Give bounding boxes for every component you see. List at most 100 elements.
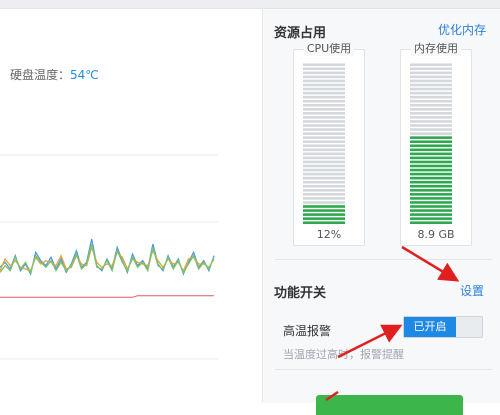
memory-meter-segment bbox=[410, 201, 452, 204]
memory-meter-segment bbox=[410, 213, 452, 216]
cpu-meter-segment bbox=[303, 197, 345, 200]
chart-series-line-4 bbox=[0, 295, 214, 298]
cpu-meter-segment bbox=[303, 172, 345, 176]
memory-meter-segment bbox=[410, 176, 452, 180]
cpu-meter-segment bbox=[303, 79, 345, 83]
memory-meter-segment bbox=[410, 79, 452, 83]
cpu-meter-segment bbox=[303, 221, 345, 224]
cpu-meter-segment bbox=[303, 124, 345, 127]
memory-meter-segment bbox=[410, 136, 452, 139]
memory-usage-caption: 内存使用 bbox=[411, 42, 461, 56]
memory-meter-segment bbox=[410, 99, 452, 103]
cpu-meter-segment bbox=[303, 148, 345, 152]
cpu-meter-segment bbox=[303, 128, 345, 131]
cpu-meter-segment bbox=[303, 99, 345, 103]
cpu-meter-segment bbox=[303, 168, 345, 172]
memory-meter-segment bbox=[410, 132, 452, 135]
temperature-chart bbox=[0, 154, 218, 360]
memory-meter-segment bbox=[410, 140, 452, 143]
memory-meter-segment bbox=[410, 95, 452, 99]
memory-meter-segment bbox=[410, 120, 452, 123]
memory-meter-segment bbox=[410, 189, 452, 192]
memory-meter-segment bbox=[410, 164, 452, 168]
memory-meter-segment bbox=[410, 128, 452, 131]
memory-meter-segment bbox=[410, 112, 452, 115]
cpu-meter-segment bbox=[303, 108, 345, 111]
memory-meter-segment bbox=[410, 205, 452, 208]
memory-meter-segment bbox=[410, 116, 452, 119]
memory-meter-segment bbox=[410, 63, 452, 67]
cpu-meter-segment bbox=[303, 91, 345, 95]
cpu-meter-segment bbox=[303, 95, 345, 99]
memory-meter-segment bbox=[410, 217, 452, 220]
memory-usage-bars bbox=[410, 63, 452, 224]
memory-meter-segment bbox=[410, 197, 452, 200]
cpu-meter-segment bbox=[303, 180, 345, 184]
side-panel: 资源占用 优化内存 CPU使用 12% 内存使用 8.9 GB 功能开关 设置 … bbox=[263, 9, 500, 415]
cpu-meter-segment bbox=[303, 140, 345, 143]
cpu-meter-segment bbox=[303, 136, 345, 139]
cpu-usage-value: 12% bbox=[316, 228, 342, 241]
cpu-meter-segment bbox=[303, 189, 345, 192]
cpu-meter-segment bbox=[303, 184, 345, 188]
memory-meter-segment bbox=[410, 124, 452, 127]
memory-meter-segment bbox=[410, 221, 452, 224]
memory-usage-meter: 内存使用 8.9 GB bbox=[400, 42, 472, 246]
memory-meter-segment bbox=[410, 160, 452, 164]
memory-meter-segment bbox=[410, 87, 452, 91]
memory-meter-segment bbox=[410, 172, 452, 176]
toggle-on-state: 已开启 bbox=[404, 317, 456, 337]
cpu-meter-segment bbox=[303, 116, 345, 119]
memory-meter-segment bbox=[410, 75, 452, 79]
settings-link[interactable]: 设置 bbox=[460, 282, 484, 299]
memory-meter-segment bbox=[410, 152, 452, 156]
memory-meter-segment bbox=[410, 144, 452, 148]
high-temp-alarm-hint: 当温度过高时，报警提醒 bbox=[283, 348, 404, 361]
memory-meter-segment bbox=[410, 83, 452, 87]
cpu-meter-segment bbox=[303, 209, 345, 212]
cpu-meter-segment bbox=[303, 201, 345, 204]
memory-meter-segment bbox=[410, 108, 452, 111]
memory-meter-segment bbox=[410, 103, 452, 107]
memory-meter-segment bbox=[410, 71, 452, 75]
cpu-meter-segment bbox=[303, 67, 345, 71]
resource-usage-title: 资源占用 bbox=[274, 26, 327, 41]
cpu-meter-segment bbox=[303, 75, 345, 79]
memory-usage-value: 8.9 GB bbox=[417, 228, 455, 241]
memory-meter-segment bbox=[410, 156, 452, 160]
optimize-memory-link[interactable]: 优化内存 bbox=[438, 21, 486, 38]
primary-action-button[interactable] bbox=[316, 395, 463, 415]
memory-meter-segment bbox=[410, 168, 452, 172]
section-divider bbox=[275, 259, 492, 260]
high-temp-alarm-label: 高温报警 bbox=[283, 324, 332, 338]
cpu-meter-segment bbox=[303, 152, 345, 156]
memory-meter-segment bbox=[410, 148, 452, 152]
cpu-meter-segment bbox=[303, 213, 345, 216]
cpu-meter-segment bbox=[303, 112, 345, 115]
high-temp-alarm-toggle[interactable]: 已开启 bbox=[403, 316, 483, 338]
memory-meter-segment bbox=[410, 193, 452, 196]
cpu-meter-segment bbox=[303, 83, 345, 87]
cpu-meter-segment bbox=[303, 193, 345, 196]
cpu-meter-segment bbox=[303, 71, 345, 75]
cpu-meter-segment bbox=[303, 205, 345, 208]
cpu-meter-segment bbox=[303, 103, 345, 107]
cpu-meter-segment bbox=[303, 144, 345, 148]
cpu-meter-segment bbox=[303, 160, 345, 164]
cpu-usage-bars bbox=[303, 63, 345, 224]
memory-meter-segment bbox=[410, 184, 452, 188]
feature-switch-title: 功能开关 bbox=[274, 286, 327, 301]
memory-meter-segment bbox=[410, 180, 452, 184]
cpu-usage-caption: CPU使用 bbox=[303, 42, 355, 56]
cpu-meter-segment bbox=[303, 217, 345, 220]
cpu-meter-segment bbox=[303, 164, 345, 168]
section-divider bbox=[275, 369, 492, 370]
cpu-meter-segment bbox=[303, 156, 345, 160]
cpu-usage-meter: CPU使用 12% bbox=[293, 42, 365, 246]
memory-meter-segment bbox=[410, 67, 452, 71]
cpu-meter-segment bbox=[303, 132, 345, 135]
cpu-meter-segment bbox=[303, 120, 345, 123]
cpu-meter-segment bbox=[303, 87, 345, 91]
memory-meter-segment bbox=[410, 91, 452, 95]
cpu-meter-segment bbox=[303, 63, 345, 67]
